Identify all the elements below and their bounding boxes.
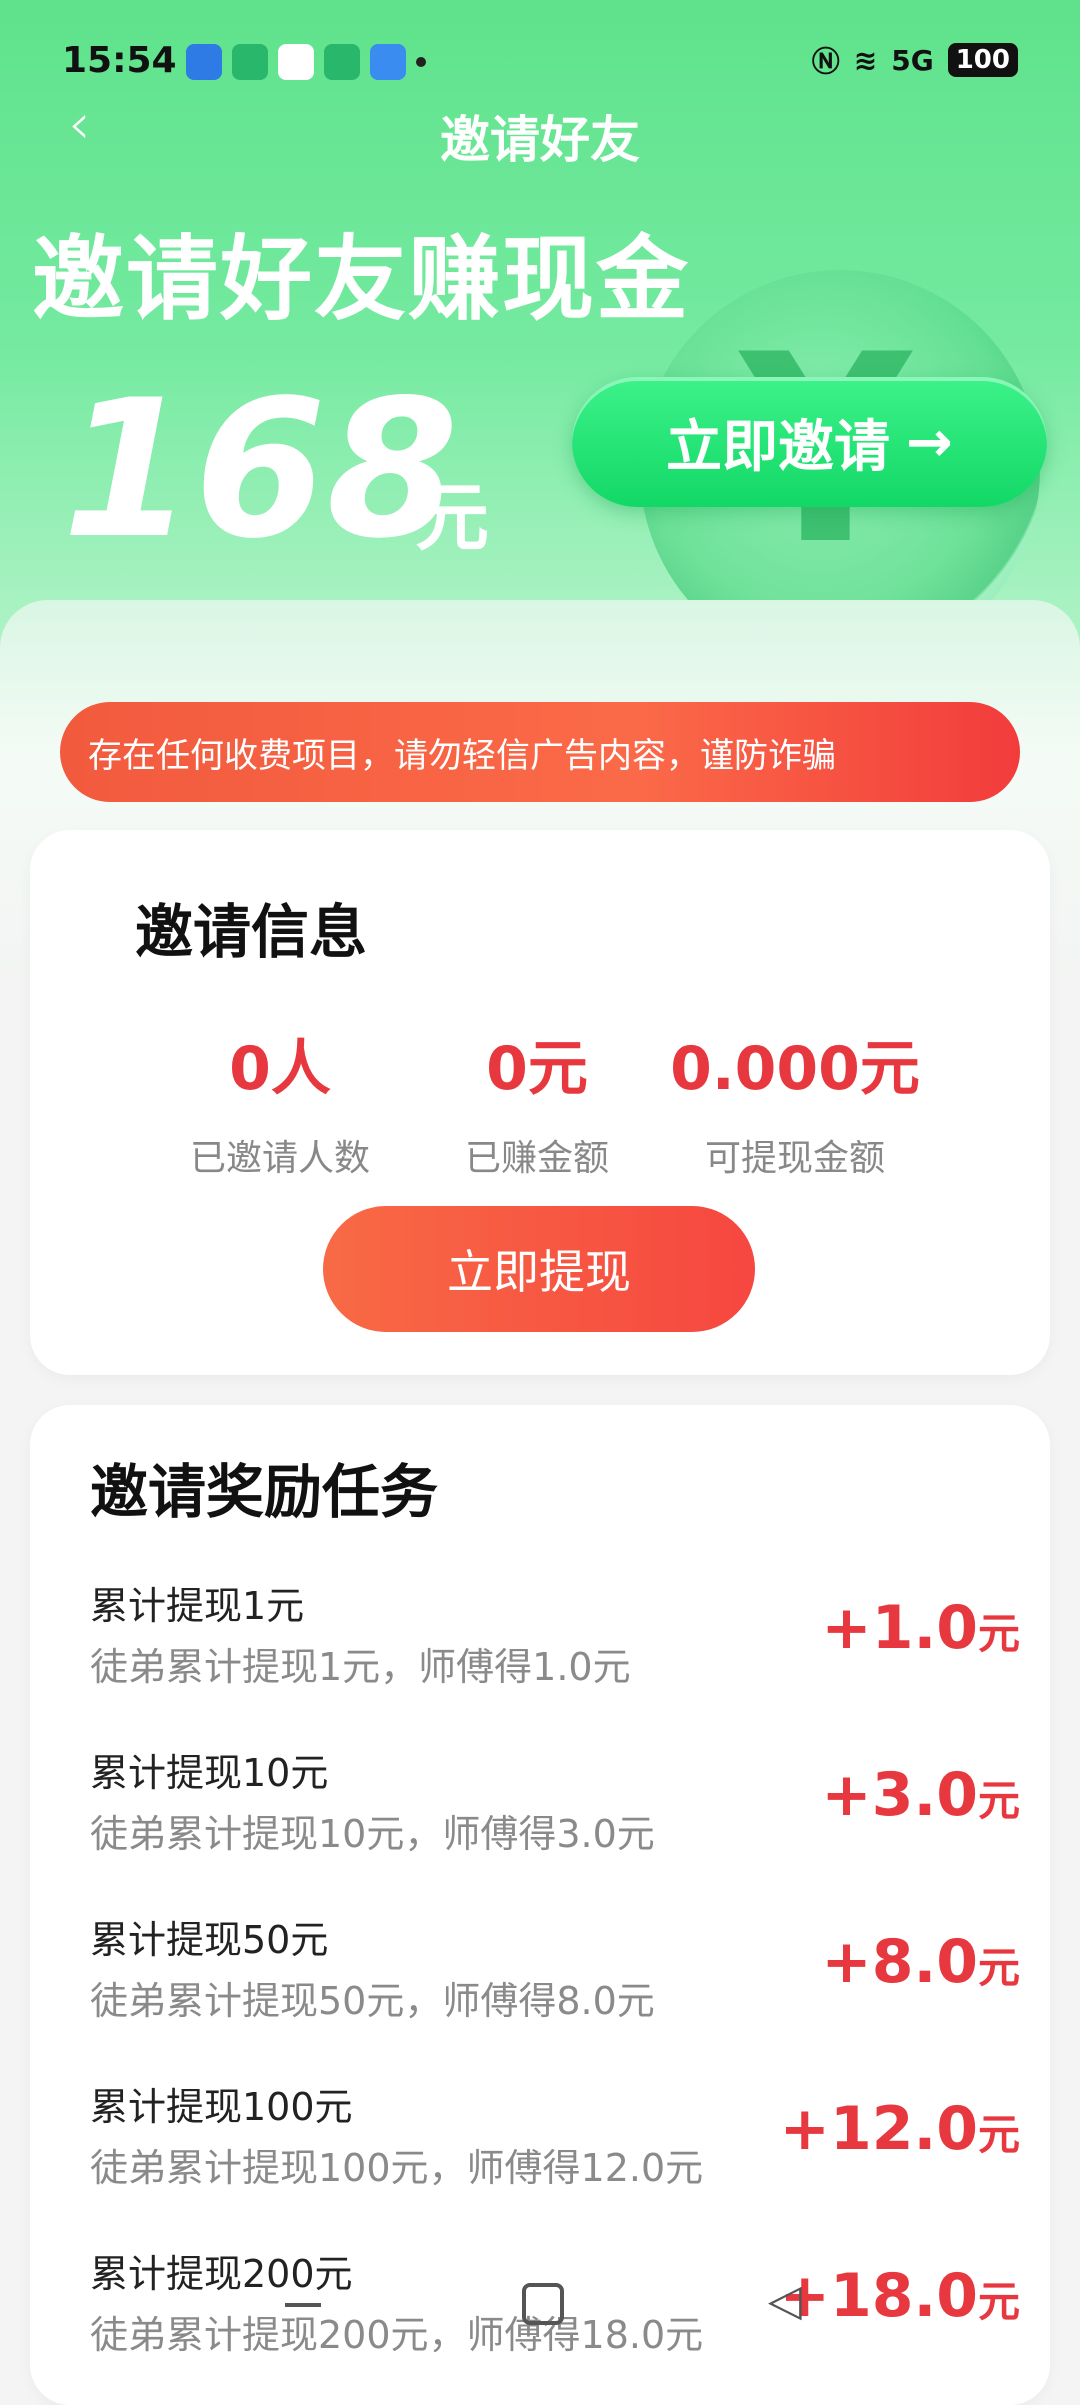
page-title: 邀请好友 — [440, 111, 640, 169]
reward-tasks-card: 邀请奖励任务 累计提现1元 徒弟累计提现1元，师傅得1.0元 +1.0元 累计提… — [30, 1405, 1050, 2405]
task-reward: +3.0元 — [821, 1760, 1020, 1830]
recent-apps-icon[interactable] — [285, 2303, 321, 2307]
system-icons: Ⓝ ≋ 5G 100 — [812, 40, 1018, 80]
stat-label: 已邀请人数 — [189, 1138, 370, 1179]
home-icon[interactable] — [522, 2283, 564, 2325]
withdraw-now-button[interactable]: 立即提现 — [323, 1206, 755, 1332]
stat-earned-amount: 0元 已赚金额 — [392, 1020, 682, 1181]
notice-text: 存在任何收费项目，请勿轻信广告内容，谨防诈骗 — [88, 735, 836, 776]
reward-amount: 168 — [62, 359, 459, 580]
task-item: 累计提现50元 徒弟累计提现50元，师傅得8.0元 +8.0元 — [90, 1909, 1050, 2029]
invite-now-button[interactable]: 立即邀请 → — [572, 377, 1047, 507]
anti-fraud-notice: 存在任何收费项目，请勿轻信广告内容，谨防诈骗 — [60, 702, 1020, 802]
stat-label: 可提现金额 — [704, 1138, 885, 1179]
nfc-icon: Ⓝ — [811, 45, 840, 78]
app-notification-icon — [370, 44, 406, 80]
task-reward: +8.0元 — [821, 1927, 1020, 1997]
more-notifications-icon — [416, 57, 426, 67]
invite-info-title: 邀请信息 — [135, 898, 368, 966]
invite-info-card: 邀请信息 0人 已邀请人数 0元 已赚金额 0.000元 可提现金额 立即提现 — [30, 830, 1050, 1375]
stat-value: 0人 — [229, 1034, 331, 1104]
arrow-right-icon: → — [906, 409, 953, 475]
wifi-icon: ≋ — [853, 43, 878, 77]
nav-bar: ‹ 邀请好友 — [0, 92, 1080, 169]
signal-label: 5G — [891, 43, 934, 77]
stat-value: 0.000元 — [670, 1034, 920, 1104]
reward-unit: 元 — [415, 475, 489, 561]
status-bar: 15:54 Ⓝ ≋ 5G 100 — [62, 40, 1018, 90]
stat-invited-count: 0人 已邀请人数 — [135, 1020, 425, 1181]
app-notification-icon — [186, 44, 222, 80]
stat-value: 0元 — [486, 1034, 588, 1104]
reward-tasks-title: 邀请奖励任务 — [90, 1458, 439, 1526]
stat-label: 已赚金额 — [464, 1138, 609, 1179]
task-reward: +12.0元 — [779, 2094, 1020, 2164]
app-notification-icon — [278, 44, 314, 80]
status-time: 15:54 — [62, 40, 177, 81]
notification-icons — [186, 44, 426, 80]
task-item: 累计提现100元 徒弟累计提现100元，师傅得12.0元 +12.0元 — [90, 2076, 1050, 2196]
app-notification-icon — [324, 44, 360, 80]
task-item: 累计提现10元 徒弟累计提现10元，师傅得3.0元 +3.0元 — [90, 1742, 1050, 1862]
task-item: 累计提现1元 徒弟累计提现1元，师傅得1.0元 +1.0元 — [90, 1575, 1050, 1695]
hero-headline: 邀请好友赚现金 — [32, 226, 691, 333]
app-notification-icon — [232, 44, 268, 80]
system-nav-bar: ◁ — [0, 2275, 1080, 2362]
invite-button-label: 立即邀请 — [666, 414, 891, 480]
battery-icon: 100 — [947, 43, 1018, 77]
task-reward: +1.0元 — [821, 1593, 1020, 1663]
stat-withdrawable-amount: 0.000元 可提现金额 — [650, 1020, 940, 1181]
back-triangle-icon[interactable]: ◁ — [768, 2275, 802, 2326]
